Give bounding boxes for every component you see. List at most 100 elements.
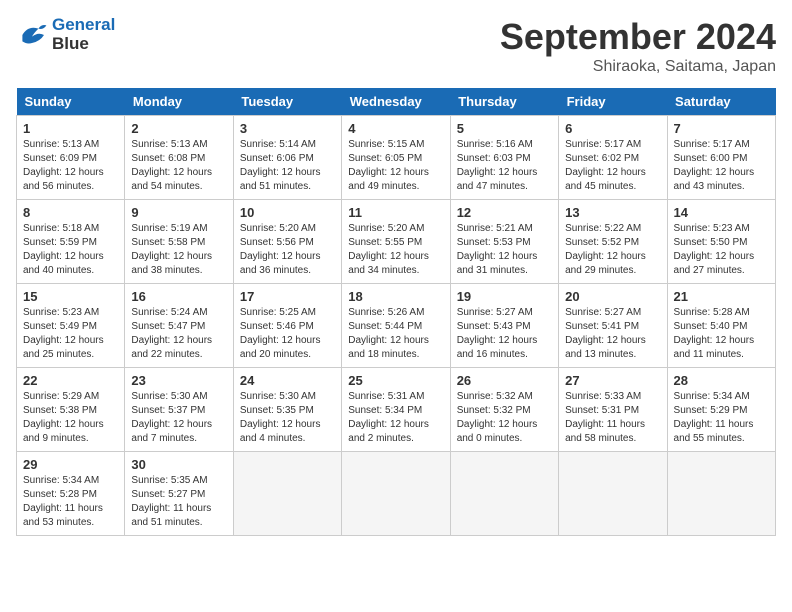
- calendar-cell: 20 Sunrise: 5:27 AM Sunset: 5:41 PM Dayli…: [559, 284, 667, 368]
- calendar-cell: 18Sunrise: 5:26 AM Sunset: 5:44 PM Dayli…: [342, 284, 450, 368]
- day-number: 20: [565, 289, 660, 304]
- day-info: Sunrise: 5:27 AM Sunset: 5:41 PM Dayligh…: [565, 306, 660, 362]
- calendar-cell: 24Sunrise: 5:30 AM Sunset: 5:35 PM Dayli…: [233, 368, 341, 452]
- page-header: General Blue September 2024 Shiraoka, Sa…: [16, 16, 776, 76]
- day-info: Sunrise: 5:21 AM Sunset: 5:53 PM Dayligh…: [457, 222, 552, 278]
- day-number: 14: [674, 205, 769, 220]
- day-number: 28: [674, 373, 769, 388]
- day-number: 6: [565, 121, 660, 136]
- day-info: Sunrise: 5:26 AM Sunset: 5:44 PM Dayligh…: [348, 306, 443, 362]
- day-number: 3: [240, 121, 335, 136]
- day-info: Sunrise: 5:17 AM Sunset: 6:00 PM Dayligh…: [674, 138, 769, 194]
- day-number: 21: [674, 289, 769, 304]
- day-info: Sunrise: 5:28 AM Sunset: 5:40 PM Dayligh…: [674, 306, 769, 362]
- calendar-week-row: 15 Sunrise: 5:23 AM Sunset: 5:49 PM Dayli…: [17, 284, 776, 368]
- calendar-cell: 28 Sunrise: 5:34 AM Sunset: 5:29 PM Dayli…: [667, 368, 775, 452]
- calendar-cell: 14Sunrise: 5:23 AM Sunset: 5:50 PM Dayli…: [667, 200, 775, 284]
- calendar-cell: [233, 452, 341, 536]
- day-info: Sunrise: 5:30 AM Sunset: 5:37 PM Dayligh…: [131, 390, 226, 446]
- weekday-header: Thursday: [450, 88, 558, 116]
- calendar-body: 1Sunrise: 5:13 AM Sunset: 6:09 PM Daylig…: [17, 116, 776, 536]
- weekday-header: Friday: [559, 88, 667, 116]
- calendar-week-row: 8 Sunrise: 5:18 AM Sunset: 5:59 PM Daylig…: [17, 200, 776, 284]
- day-number: 19: [457, 289, 552, 304]
- day-number: 23: [131, 373, 226, 388]
- day-info: Sunrise: 5:24 AM Sunset: 5:47 PM Dayligh…: [131, 306, 226, 362]
- day-info: Sunrise: 5:33 AM Sunset: 5:31 PM Dayligh…: [565, 390, 660, 446]
- day-number: 11: [348, 205, 443, 220]
- day-number: 30: [131, 457, 226, 472]
- calendar-cell: 6 Sunrise: 5:17 AM Sunset: 6:02 PM Daylig…: [559, 116, 667, 200]
- day-number: 24: [240, 373, 335, 388]
- day-info: Sunrise: 5:14 AM Sunset: 6:06 PM Dayligh…: [240, 138, 335, 194]
- calendar-cell: 27 Sunrise: 5:33 AM Sunset: 5:31 PM Dayli…: [559, 368, 667, 452]
- calendar-cell: 22 Sunrise: 5:29 AM Sunset: 5:38 PM Dayli…: [17, 368, 125, 452]
- day-number: 2: [131, 121, 226, 136]
- calendar-table: SundayMondayTuesdayWednesdayThursdayFrid…: [16, 88, 776, 536]
- calendar-cell: 15 Sunrise: 5:23 AM Sunset: 5:49 PM Dayli…: [17, 284, 125, 368]
- day-number: 26: [457, 373, 552, 388]
- calendar-cell: 8 Sunrise: 5:18 AM Sunset: 5:59 PM Daylig…: [17, 200, 125, 284]
- day-number: 9: [131, 205, 226, 220]
- calendar-cell: 29 Sunrise: 5:34 AM Sunset: 5:28 PM Dayli…: [17, 452, 125, 536]
- day-info: Sunrise: 5:17 AM Sunset: 6:02 PM Dayligh…: [565, 138, 660, 194]
- day-info: Sunrise: 5:31 AM Sunset: 5:34 PM Dayligh…: [348, 390, 443, 446]
- day-number: 5: [457, 121, 552, 136]
- day-info: Sunrise: 5:34 AM Sunset: 5:28 PM Dayligh…: [23, 474, 118, 530]
- day-number: 15: [23, 289, 118, 304]
- calendar-cell: 12 Sunrise: 5:21 AM Sunset: 5:53 PM Dayli…: [450, 200, 558, 284]
- calendar-cell: 2 Sunrise: 5:13 AM Sunset: 6:08 PM Daylig…: [125, 116, 233, 200]
- day-number: 27: [565, 373, 660, 388]
- day-info: Sunrise: 5:32 AM Sunset: 5:32 PM Dayligh…: [457, 390, 552, 446]
- day-number: 22: [23, 373, 118, 388]
- day-number: 4: [348, 121, 443, 136]
- calendar-cell: 25Sunrise: 5:31 AM Sunset: 5:34 PM Dayli…: [342, 368, 450, 452]
- calendar-cell: 21 Sunrise: 5:28 AM Sunset: 5:40 PM Dayli…: [667, 284, 775, 368]
- calendar-cell: 4 Sunrise: 5:15 AM Sunset: 6:05 PM Daylig…: [342, 116, 450, 200]
- calendar-cell: 19 Sunrise: 5:27 AM Sunset: 5:43 PM Dayli…: [450, 284, 558, 368]
- weekday-header: Monday: [125, 88, 233, 116]
- day-info: Sunrise: 5:29 AM Sunset: 5:38 PM Dayligh…: [23, 390, 118, 446]
- day-info: Sunrise: 5:20 AM Sunset: 5:56 PM Dayligh…: [240, 222, 335, 278]
- day-info: Sunrise: 5:22 AM Sunset: 5:52 PM Dayligh…: [565, 222, 660, 278]
- day-number: 8: [23, 205, 118, 220]
- day-info: Sunrise: 5:13 AM Sunset: 6:08 PM Dayligh…: [131, 138, 226, 194]
- calendar-cell: [450, 452, 558, 536]
- calendar-cell: 16 Sunrise: 5:24 AM Sunset: 5:47 PM Dayli…: [125, 284, 233, 368]
- calendar-cell: 9Sunrise: 5:19 AM Sunset: 5:58 PM Daylig…: [125, 200, 233, 284]
- calendar-cell: 10 Sunrise: 5:20 AM Sunset: 5:56 PM Dayli…: [233, 200, 341, 284]
- weekday-header: Sunday: [17, 88, 125, 116]
- day-info: Sunrise: 5:15 AM Sunset: 6:05 PM Dayligh…: [348, 138, 443, 194]
- weekday-header: Tuesday: [233, 88, 341, 116]
- day-number: 10: [240, 205, 335, 220]
- calendar-cell: 3 Sunrise: 5:14 AM Sunset: 6:06 PM Daylig…: [233, 116, 341, 200]
- day-info: Sunrise: 5:18 AM Sunset: 5:59 PM Dayligh…: [23, 222, 118, 278]
- day-number: 12: [457, 205, 552, 220]
- day-info: Sunrise: 5:23 AM Sunset: 5:49 PM Dayligh…: [23, 306, 118, 362]
- calendar-cell: 1Sunrise: 5:13 AM Sunset: 6:09 PM Daylig…: [17, 116, 125, 200]
- calendar-cell: 7 Sunrise: 5:17 AM Sunset: 6:00 PM Daylig…: [667, 116, 775, 200]
- weekday-header: Saturday: [667, 88, 775, 116]
- calendar-cell: [667, 452, 775, 536]
- day-number: 13: [565, 205, 660, 220]
- day-info: Sunrise: 5:16 AM Sunset: 6:03 PM Dayligh…: [457, 138, 552, 194]
- calendar-cell: 5 Sunrise: 5:16 AM Sunset: 6:03 PM Daylig…: [450, 116, 558, 200]
- day-info: Sunrise: 5:20 AM Sunset: 5:55 PM Dayligh…: [348, 222, 443, 278]
- calendar-week-row: 22 Sunrise: 5:29 AM Sunset: 5:38 PM Dayli…: [17, 368, 776, 452]
- day-number: 29: [23, 457, 118, 472]
- day-number: 7: [674, 121, 769, 136]
- logo-icon: [16, 19, 48, 51]
- month-title: September 2024: [500, 16, 776, 58]
- calendar-cell: 26 Sunrise: 5:32 AM Sunset: 5:32 PM Dayli…: [450, 368, 558, 452]
- day-number: 1: [23, 121, 118, 136]
- logo-text-line1: General: [52, 16, 115, 35]
- weekday-header: Wednesday: [342, 88, 450, 116]
- day-info: Sunrise: 5:25 AM Sunset: 5:46 PM Dayligh…: [240, 306, 335, 362]
- calendar-cell: [342, 452, 450, 536]
- calendar-cell: 17Sunrise: 5:25 AM Sunset: 5:46 PM Dayli…: [233, 284, 341, 368]
- calendar-cell: 23 Sunrise: 5:30 AM Sunset: 5:37 PM Dayli…: [125, 368, 233, 452]
- day-info: Sunrise: 5:27 AM Sunset: 5:43 PM Dayligh…: [457, 306, 552, 362]
- calendar-cell: 13 Sunrise: 5:22 AM Sunset: 5:52 PM Dayli…: [559, 200, 667, 284]
- day-info: Sunrise: 5:34 AM Sunset: 5:29 PM Dayligh…: [674, 390, 769, 446]
- day-number: 16: [131, 289, 226, 304]
